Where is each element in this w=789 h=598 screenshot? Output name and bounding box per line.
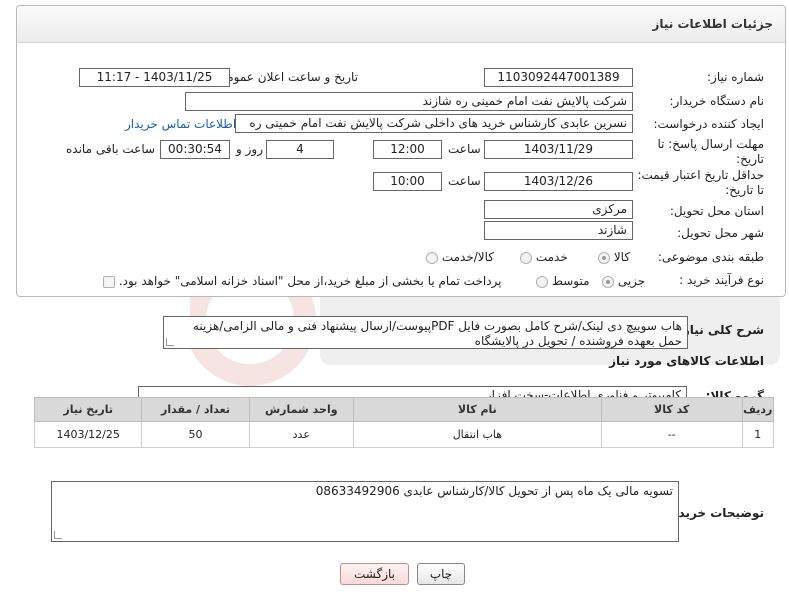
resize-handle-icon[interactable]	[166, 338, 174, 346]
col-item-name: نام کالا	[352, 397, 602, 422]
buyer-contact-link[interactable]: اطلاعات تماس خریدار	[125, 115, 236, 133]
cell-item-code: --	[600, 421, 743, 448]
remaining-time-field: 00:30:54	[160, 140, 230, 159]
deadline-time-label: ساعت	[448, 142, 481, 156]
col-need-date: تاریخ نیاز	[33, 397, 143, 422]
city-label: شهر محل تحویل:	[677, 226, 764, 240]
cell-need-date: 1403/12/25	[33, 421, 143, 448]
print-button[interactable]: چاپ	[417, 563, 465, 585]
category-radio-service[interactable]	[520, 251, 532, 264]
cell-unit: عدد	[248, 421, 354, 448]
col-quantity: تعداد / مقدار	[141, 397, 250, 422]
price-validity-label: حداقل تاریخ اعتبار قیمت: تا تاریخ:	[637, 168, 764, 197]
deadline-time-field: 12:00	[373, 140, 442, 159]
buyer-notes-text: تسویه مالی یک ماه پس از تحویل کالا/کارشن…	[315, 484, 673, 498]
price-validity-time-label: ساعت	[448, 174, 481, 188]
process-option-medium[interactable]: متوسط	[536, 272, 590, 290]
description-text: هاب سوییچ دی لینک/شرح کامل بصورت فایل PD…	[192, 319, 682, 348]
table-row: 1 -- هاب انتقال عدد 50 1403/12/25	[33, 421, 775, 448]
process-radio-minor[interactable]	[602, 275, 614, 288]
deadline-label: مهلت ارسال پاسخ: تا تاریخ:	[657, 137, 764, 166]
goods-table-header: ردیف کد کالا نام کالا واحد شمارش تعداد /…	[33, 397, 775, 422]
treasury-payment-label: پرداخت تمام یا بخشی از مبلغ خرید،از محل …	[118, 274, 502, 288]
description-label: شرح کلی نیاز:	[678, 323, 764, 337]
category-option-goods-label: کالا	[613, 250, 631, 264]
process-radio-medium[interactable]	[536, 275, 548, 288]
goods-section-title: اطلاعات کالاهای مورد نیاز	[609, 354, 764, 368]
panel-title: جزئیات اطلاعات نیاز	[17, 6, 785, 43]
process-option-medium-label: متوسط	[551, 274, 590, 288]
cell-quantity: 50	[141, 421, 250, 448]
col-unit: واحد شمارش	[248, 397, 354, 422]
deadline-date-field: 1403/11/29	[484, 140, 633, 159]
requester-label: ایجاد کننده درخواست:	[653, 117, 764, 131]
category-radio-goods-service[interactable]	[426, 251, 438, 264]
cell-row-number: 1	[741, 421, 775, 448]
treasury-payment-checkbox[interactable]	[103, 275, 115, 288]
announce-label: تاریخ و ساعت اعلان عمومی:	[213, 70, 358, 84]
category-option-service[interactable]: خدمت	[520, 248, 568, 266]
category-option-goods-service-label: کالا/خدمت	[441, 250, 495, 264]
cell-item-name: هاب انتقال	[352, 421, 602, 448]
process-option-minor-label: جزیی	[617, 274, 646, 288]
need-number-field: 1103092447001389	[484, 68, 633, 87]
buyer-org-field: شرکت پالایش نفت امام خمینی ره شازند	[185, 92, 633, 111]
process-option-minor[interactable]: جزیی	[602, 272, 645, 290]
description-textarea: هاب سوییچ دی لینک/شرح کامل بصورت فایل PD…	[163, 316, 688, 349]
province-label: استان محل تحویل:	[669, 204, 764, 218]
category-option-goods-service[interactable]: کالا/خدمت	[426, 248, 494, 266]
need-number-label: شماره نیاز:	[707, 70, 764, 84]
province-field: مرکزی	[484, 200, 633, 219]
category-option-service-label: خدمت	[535, 250, 568, 264]
col-item-code: کد کالا	[600, 397, 743, 422]
category-radio-goods[interactable]	[598, 251, 610, 264]
deadline-days-label: روز و	[236, 142, 263, 156]
back-button[interactable]: بازگشت	[340, 563, 409, 585]
goods-table: ردیف کد کالا نام کالا واحد شمارش تعداد /…	[33, 397, 775, 448]
remaining-time-label: ساعت باقی مانده	[66, 142, 156, 156]
category-label: طبقه بندی موضوعی:	[657, 250, 764, 264]
resize-handle-icon[interactable]	[54, 531, 62, 539]
col-row-number: ردیف	[741, 397, 775, 422]
price-validity-time-field: 10:00	[373, 172, 442, 191]
process-label: نوع فرآیند خرید :	[679, 273, 764, 287]
price-validity-date-field: 1403/12/26	[484, 172, 633, 191]
requester-field: نسرین عابدی کارشناس خرید های داخلی شرکت …	[235, 114, 633, 133]
city-field: شازند	[484, 221, 633, 240]
treasury-payment-option[interactable]: پرداخت تمام یا بخشی از مبلغ خرید،از محل …	[103, 272, 502, 290]
category-option-goods[interactable]: کالا	[598, 248, 630, 266]
buyer-org-label: نام دستگاه خریدار:	[669, 94, 765, 108]
buyer-notes-textarea: تسویه مالی یک ماه پس از تحویل کالا/کارشن…	[51, 481, 679, 542]
deadline-days-field: 4	[266, 140, 334, 159]
announce-field: 1403/11/25 - 11:17	[79, 68, 230, 87]
